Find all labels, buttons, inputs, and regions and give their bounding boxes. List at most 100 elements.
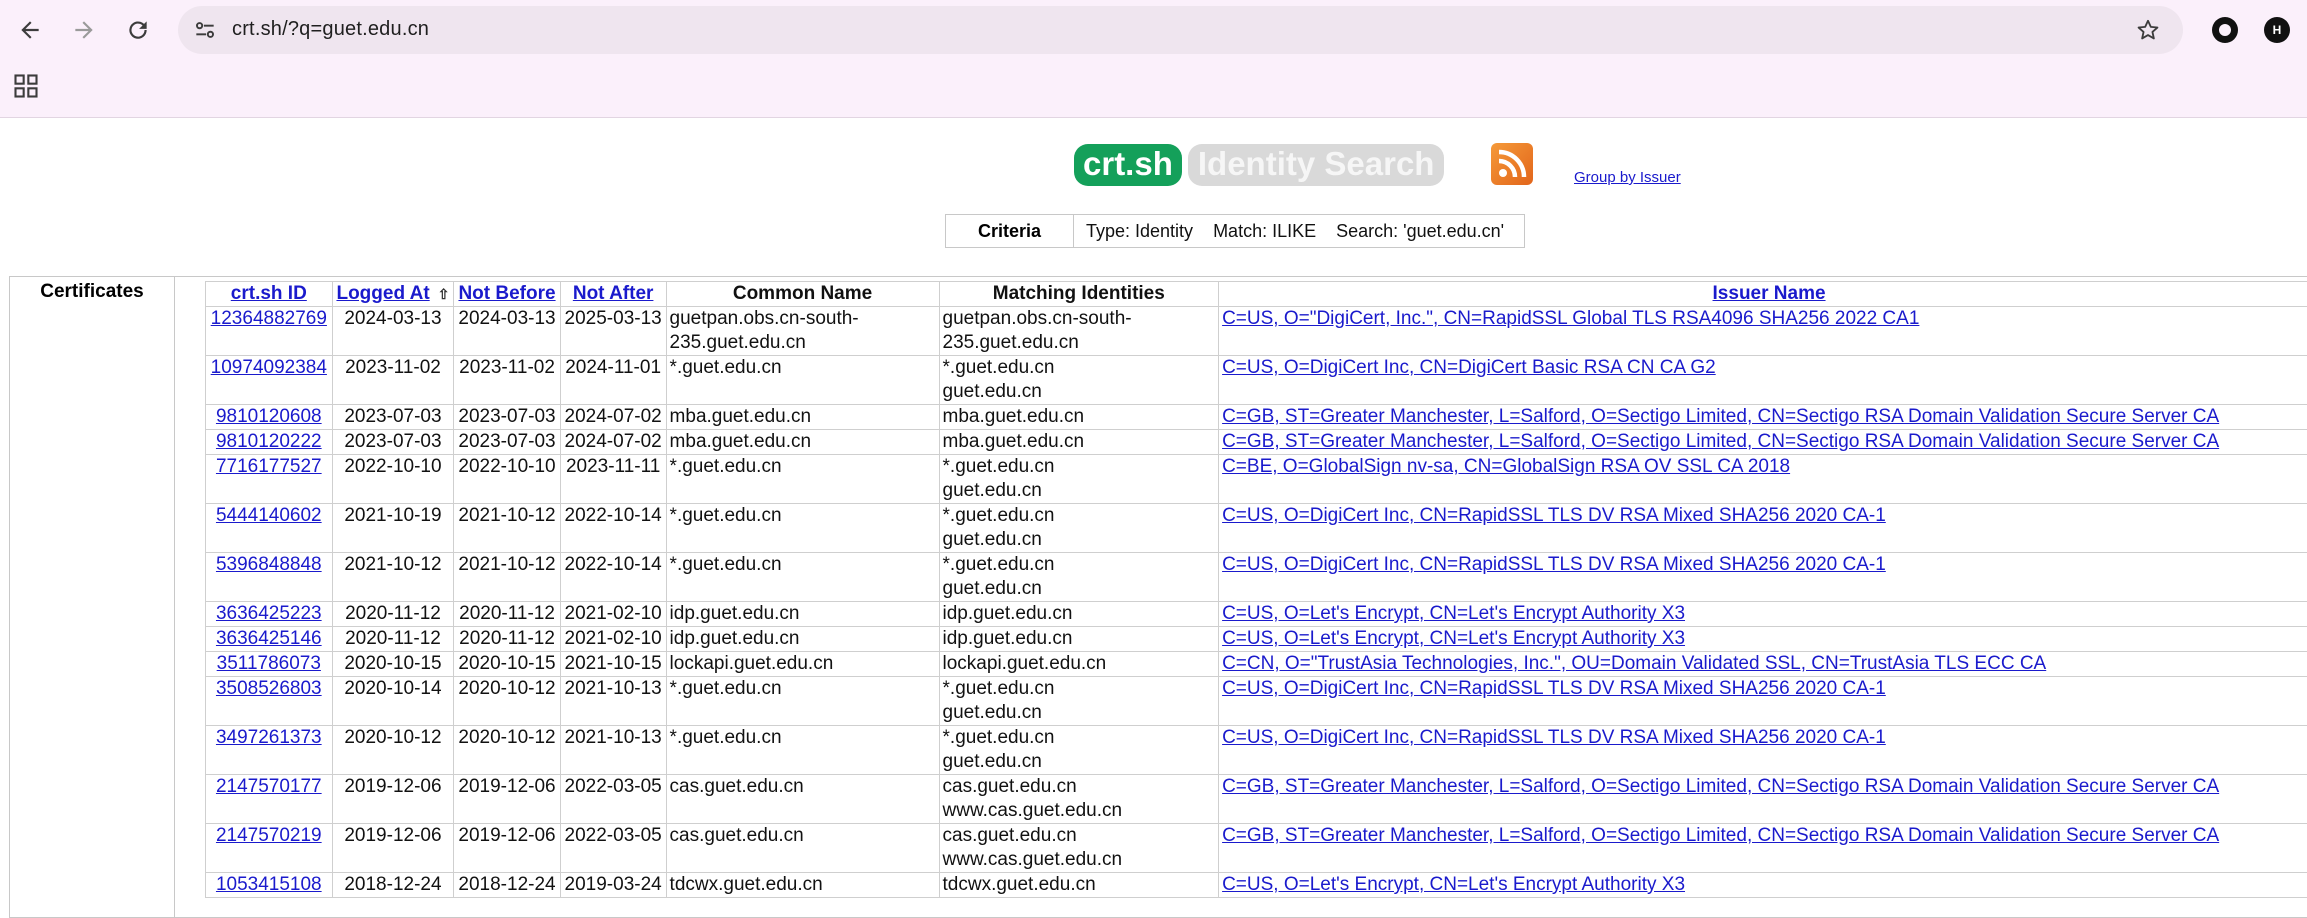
forward-button[interactable] [66, 12, 102, 48]
issuer-link[interactable]: C=US, O=Let's Encrypt, CN=Let's Encrypt … [1222, 628, 1685, 649]
site-logo[interactable]: crt.sh Identity Search [1074, 144, 1444, 186]
cert-id-link[interactable]: 3508526803 [216, 678, 322, 699]
logged-at-cell: 2019-12-06 [332, 824, 454, 873]
issuer-link[interactable]: C=CN, O="TrustAsia Technologies, Inc.", … [1222, 653, 2046, 674]
cert-id-cell[interactable]: 5396848848 [206, 553, 333, 602]
not-after-cell: 2024-07-02 [560, 430, 666, 455]
arrow-right-icon [71, 17, 97, 43]
issuer-cell[interactable]: C=GB, ST=Greater Manchester, L=Salford, … [1219, 775, 2307, 824]
cert-id-link[interactable]: 1053415108 [216, 874, 322, 895]
url-text[interactable]: crt.sh/?q=guet.edu.cn [232, 18, 429, 41]
address-bar[interactable]: crt.sh/?q=guet.edu.cn [178, 6, 2183, 54]
issuer-link[interactable]: C=GB, ST=Greater Manchester, L=Salford, … [1222, 431, 2219, 452]
cert-id-cell[interactable]: 12364882769 [206, 307, 333, 356]
group-by-issuer-link[interactable]: Group by Issuer [1574, 169, 1681, 186]
issuer-link[interactable]: C=US, O=DigiCert Inc, CN=RapidSSL TLS DV… [1222, 554, 1886, 575]
cert-id-cell[interactable]: 3636425146 [206, 627, 333, 652]
issuer-link[interactable]: C=BE, O=GlobalSign nv-sa, CN=GlobalSign … [1222, 456, 1790, 477]
cert-id-link[interactable]: 3497261373 [216, 727, 322, 748]
table-row: 77161775272022-10-102022-10-102023-11-11… [206, 455, 2307, 504]
cert-id-cell[interactable]: 1053415108 [206, 873, 333, 898]
cert-id-link[interactable]: 2147570219 [216, 825, 322, 846]
certificates-label: Certificates [10, 277, 175, 917]
issuer-link[interactable]: C=GB, ST=Greater Manchester, L=Salford, … [1222, 406, 2219, 427]
extension-icon[interactable] [2212, 17, 2238, 43]
logged-at-cell: 2024-03-13 [332, 307, 454, 356]
issuer-cell[interactable]: C=GB, ST=Greater Manchester, L=Salford, … [1219, 824, 2307, 873]
not-after-cell: 2024-07-02 [560, 405, 666, 430]
not-before-cell: 2020-11-12 [454, 602, 560, 627]
common-name-cell: idp.guet.edu.cn [666, 602, 939, 627]
cert-id-cell[interactable]: 9810120608 [206, 405, 333, 430]
issuer-cell[interactable]: C=GB, ST=Greater Manchester, L=Salford, … [1219, 430, 2307, 455]
cert-id-cell[interactable]: 3636425223 [206, 602, 333, 627]
profile-avatar[interactable]: H [2264, 17, 2290, 43]
issuer-cell[interactable]: C=US, O=DigiCert Inc, CN=RapidSSL TLS DV… [1219, 553, 2307, 602]
column-header-logged-at[interactable]: Logged At⇧ [332, 282, 454, 307]
issuer-cell[interactable]: C=US, O="DigiCert, Inc.", CN=RapidSSL Gl… [1219, 307, 2307, 356]
issuer-cell[interactable]: C=US, O=DigiCert Inc, CN=DigiCert Basic … [1219, 356, 2307, 405]
issuer-cell[interactable]: C=US, O=DigiCert Inc, CN=RapidSSL TLS DV… [1219, 504, 2307, 553]
table-row: 109740923842023-11-022023-11-022024-11-0… [206, 356, 2307, 405]
issuer-cell[interactable]: C=GB, ST=Greater Manchester, L=Salford, … [1219, 405, 2307, 430]
column-header-not-after[interactable]: Not After [560, 282, 666, 307]
not-before-cell: 2019-12-06 [454, 824, 560, 873]
table-row: 123648827692024-03-132024-03-132025-03-1… [206, 307, 2307, 356]
cert-id-link[interactable]: 5396848848 [216, 554, 322, 575]
issuer-link[interactable]: C=GB, ST=Greater Manchester, L=Salford, … [1222, 825, 2219, 846]
not-after-cell: 2021-10-13 [560, 726, 666, 775]
issuer-cell[interactable]: C=US, O=Let's Encrypt, CN=Let's Encrypt … [1219, 873, 2307, 898]
cert-id-link[interactable]: 2147570177 [216, 776, 322, 797]
cert-id-cell[interactable]: 2147570219 [206, 824, 333, 873]
cert-id-link[interactable]: 9810120222 [216, 431, 322, 452]
column-header-issuer-name[interactable]: Issuer Name [1219, 282, 2307, 307]
cert-id-link[interactable]: 5444140602 [216, 505, 322, 526]
cert-id-cell[interactable]: 3497261373 [206, 726, 333, 775]
issuer-link[interactable]: C=US, O=Let's Encrypt, CN=Let's Encrypt … [1222, 874, 1685, 895]
issuer-link[interactable]: C=US, O=DigiCert Inc, CN=RapidSSL TLS DV… [1222, 505, 1886, 526]
logo-crtsh[interactable]: crt.sh [1074, 144, 1182, 186]
not-before-cell: 2022-10-10 [454, 455, 560, 504]
issuer-cell[interactable]: C=BE, O=GlobalSign nv-sa, CN=GlobalSign … [1219, 455, 2307, 504]
rss-glyph-icon [1491, 143, 1533, 185]
cert-id-cell[interactable]: 10974092384 [206, 356, 333, 405]
column-header-id[interactable]: crt.sh ID [206, 282, 333, 307]
cert-id-link[interactable]: 3636425223 [216, 603, 322, 624]
back-button[interactable] [12, 12, 48, 48]
not-after-cell: 2021-02-10 [560, 602, 666, 627]
cert-id-cell[interactable]: 9810120222 [206, 430, 333, 455]
logo-identity-search: Identity Search [1188, 144, 1445, 186]
issuer-link[interactable]: C=US, O=Let's Encrypt, CN=Let's Encrypt … [1222, 603, 1685, 624]
issuer-cell[interactable]: C=US, O=DigiCert Inc, CN=RapidSSL TLS DV… [1219, 726, 2307, 775]
reload-button[interactable] [120, 12, 156, 48]
issuer-cell[interactable]: C=US, O=DigiCert Inc, CN=RapidSSL TLS DV… [1219, 677, 2307, 726]
issuer-link[interactable]: C=GB, ST=Greater Manchester, L=Salford, … [1222, 776, 2219, 797]
cert-id-link[interactable]: 9810120608 [216, 406, 322, 427]
cert-id-link[interactable]: 3636425146 [216, 628, 322, 649]
cert-id-link[interactable]: 3511786073 [217, 653, 321, 674]
cert-id-cell[interactable]: 3508526803 [206, 677, 333, 726]
common-name-cell: idp.guet.edu.cn [666, 627, 939, 652]
issuer-link[interactable]: C=US, O="DigiCert, Inc.", CN=RapidSSL Gl… [1222, 308, 1919, 329]
table-row: 35117860732020-10-152020-10-152021-10-15… [206, 652, 2307, 677]
cert-id-cell[interactable]: 5444140602 [206, 504, 333, 553]
cert-id-cell[interactable]: 7716177527 [206, 455, 333, 504]
apps-grid-icon[interactable] [12, 72, 40, 100]
not-before-cell: 2023-11-02 [454, 356, 560, 405]
issuer-link[interactable]: C=US, O=DigiCert Inc, CN=RapidSSL TLS DV… [1222, 727, 1886, 748]
bookmark-star-icon[interactable] [2135, 17, 2161, 43]
issuer-cell[interactable]: C=US, O=Let's Encrypt, CN=Let's Encrypt … [1219, 602, 2307, 627]
cert-id-link[interactable]: 7716177527 [216, 456, 322, 477]
issuer-link[interactable]: C=US, O=DigiCert Inc, CN=RapidSSL TLS DV… [1222, 678, 1886, 699]
logged-at-cell: 2023-11-02 [332, 356, 454, 405]
issuer-cell[interactable]: C=CN, O="TrustAsia Technologies, Inc.", … [1219, 652, 2307, 677]
cert-id-link[interactable]: 12364882769 [211, 308, 327, 329]
issuer-cell[interactable]: C=US, O=Let's Encrypt, CN=Let's Encrypt … [1219, 627, 2307, 652]
rss-feed-icon[interactable] [1491, 143, 1533, 185]
column-header-not-before[interactable]: Not Before [454, 282, 560, 307]
cert-id-cell[interactable]: 2147570177 [206, 775, 333, 824]
cert-id-link[interactable]: 10974092384 [211, 357, 327, 378]
issuer-link[interactable]: C=US, O=DigiCert Inc, CN=DigiCert Basic … [1222, 357, 1716, 378]
site-info-icon[interactable] [192, 17, 218, 43]
cert-id-cell[interactable]: 3511786073 [206, 652, 333, 677]
